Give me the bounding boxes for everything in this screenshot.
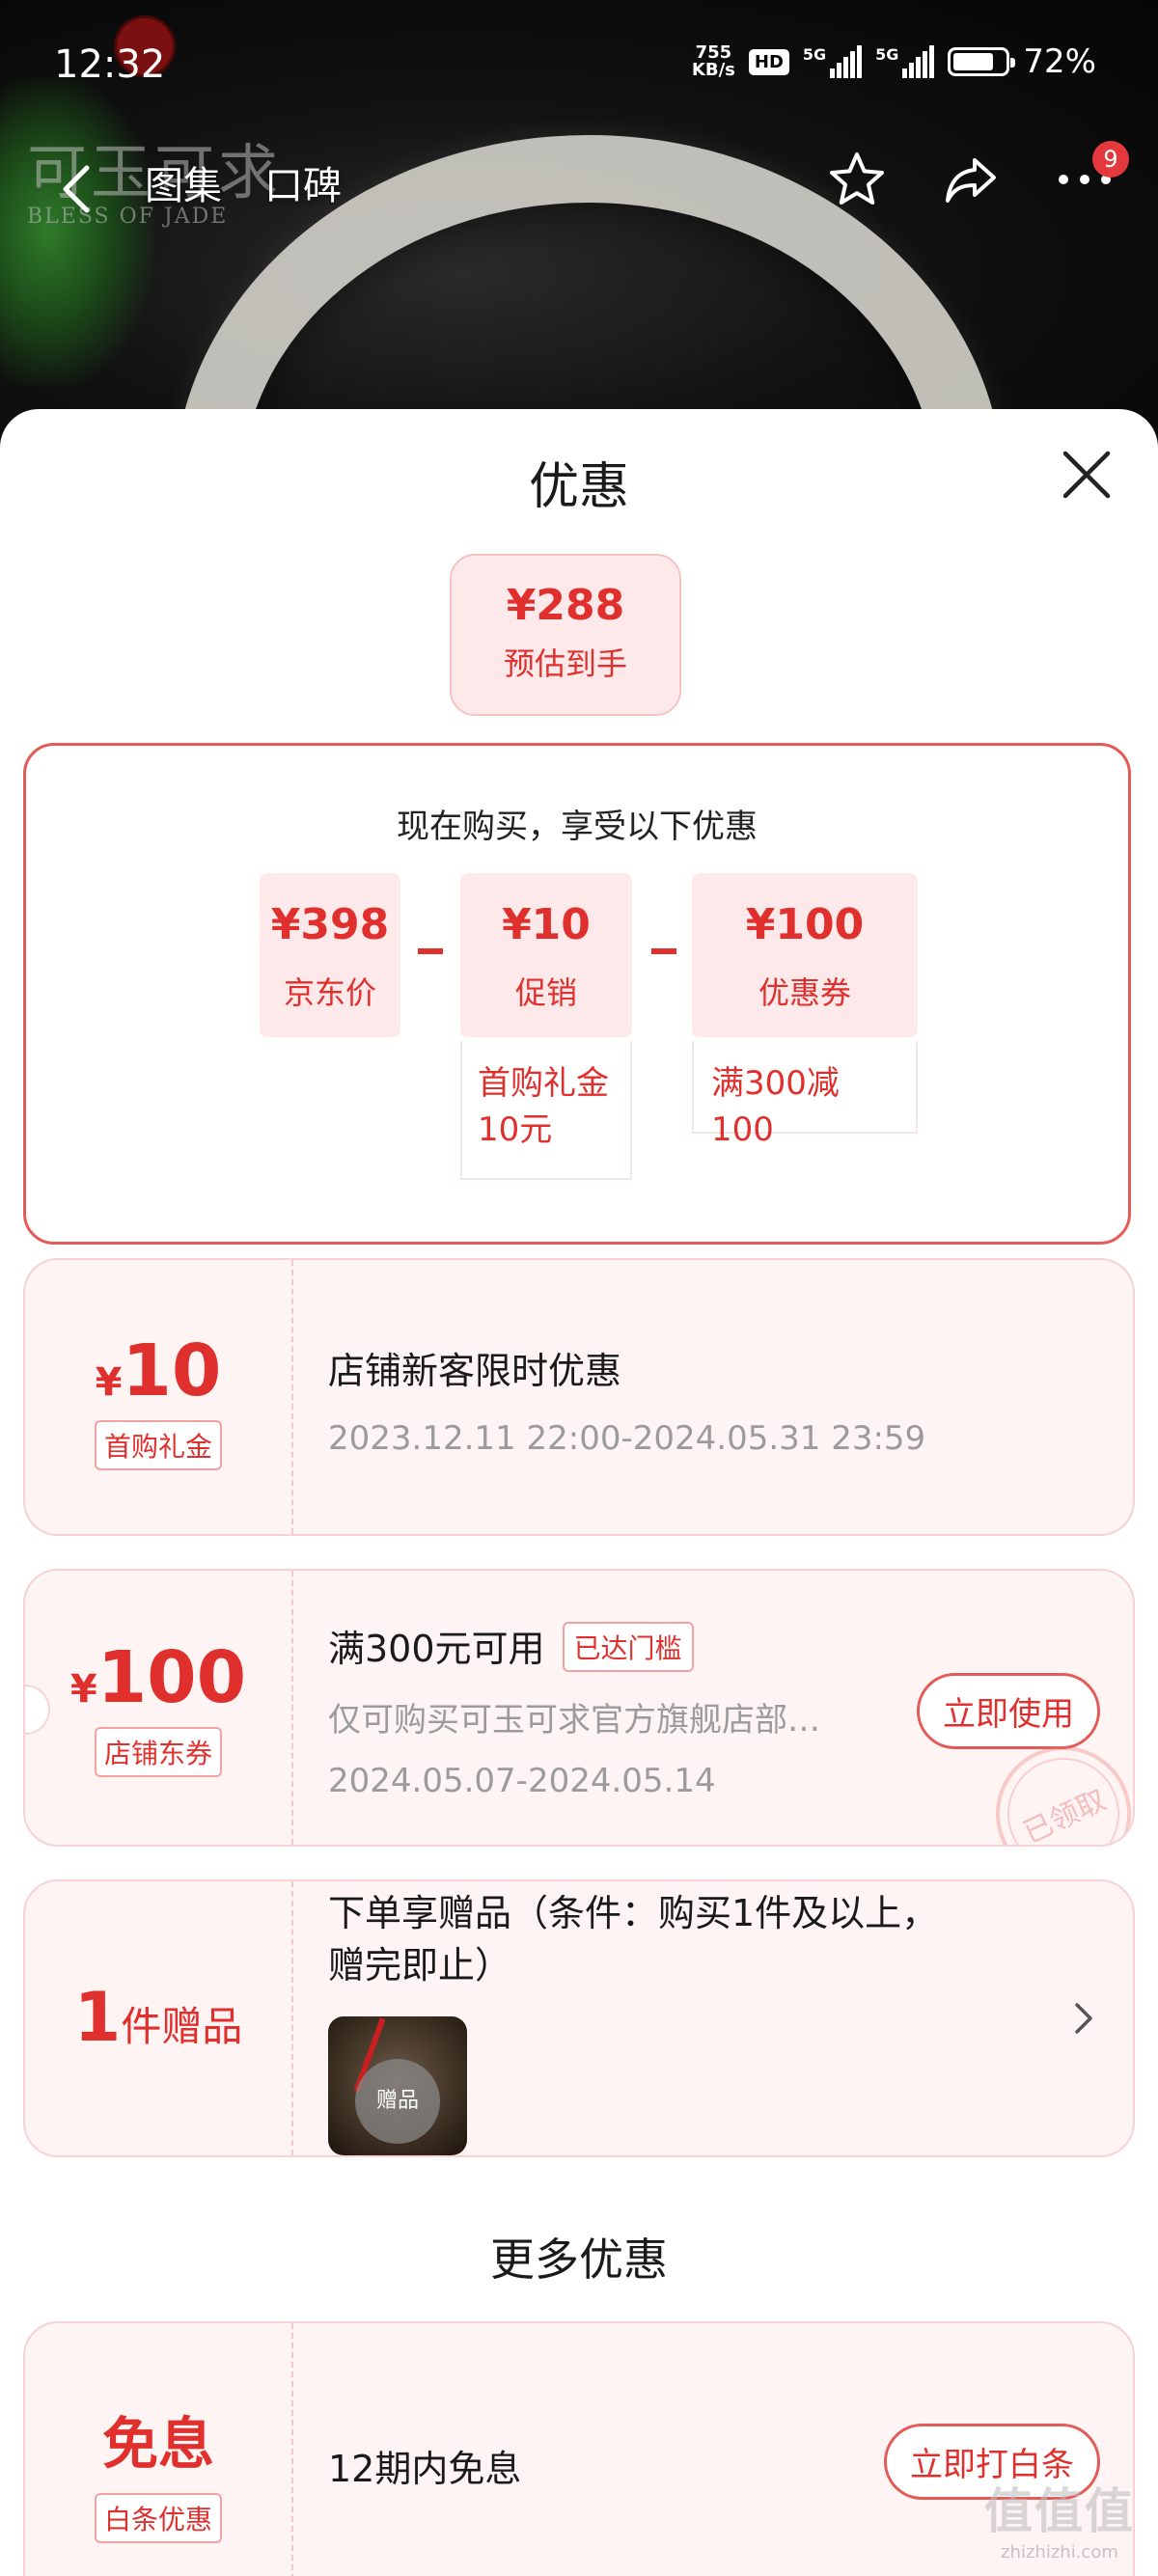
jd-price-item: ¥398 京东价 <box>260 873 400 1037</box>
price-breakdown-panel: 现在购买，享受以下优惠 ¥398 京东价 ¥10 促销 首购礼金10元 ¥100… <box>23 743 1131 1245</box>
estimated-price-label: 预估到手 <box>503 645 627 682</box>
gift-card-amount-area: ¥10 首购礼金 <box>25 1260 291 1534</box>
store-coupon-title-row: 满300元可用 已达门槛 <box>328 1619 1133 1672</box>
more-offers-title: 更多优惠 <box>490 2233 668 2286</box>
coupon-item: ¥100 优惠券 <box>692 873 918 1037</box>
free-gift-count: 1件赠品 <box>25 1978 291 2057</box>
threshold-reached-badge: 已达门槛 <box>562 1622 694 1672</box>
store-coupon-value: 100 <box>96 1636 247 1719</box>
minus-sign-2 <box>651 948 676 954</box>
store-coupon-amount: ¥100 <box>25 1642 291 1713</box>
network-speed-unit: KB/s <box>691 60 735 80</box>
promotion-value: ¥10 <box>502 900 591 949</box>
coupon-divider <box>291 2323 293 2576</box>
signal-5g-icon-1: 5G <box>802 45 863 78</box>
store-coupon-tag: 店铺东券 <box>94 1727 222 1777</box>
free-gift-unit: 件赠品 <box>121 2003 243 2050</box>
gift-thumbnail-image[interactable]: 赠品 <box>328 2016 467 2155</box>
chevron-right-icon[interactable] <box>1073 2001 1094 2040</box>
store-coupon-title: 满300元可用 <box>328 1628 545 1670</box>
breakdown-intro: 现在购买，享受以下优惠 <box>397 808 758 846</box>
jd-price-label: 京东价 <box>283 974 376 1011</box>
gift-card-info: 店铺新客限时优惠 2023.12.11 22:00-2024.05.31 23:… <box>328 1260 1133 1534</box>
sheet-title: 优惠 <box>528 458 629 516</box>
free-gift-count-area: 1件赠品 <box>25 1881 291 2155</box>
coupon-divider <box>291 1571 293 1845</box>
promotion-item: ¥10 促销 <box>460 873 632 1037</box>
coupon-value: ¥100 <box>745 900 865 949</box>
gift-card-period: 2023.12.11 22:00-2024.05.31 23:59 <box>328 1419 926 1458</box>
product-nav-tabs: 图集 口碑 <box>145 154 342 210</box>
signal-1-label: 5G <box>802 45 827 64</box>
tab-gallery[interactable]: 图集 <box>145 154 222 210</box>
nav-actions: 9 <box>822 141 1129 214</box>
baitiao-tag: 白条优惠 <box>94 2493 222 2543</box>
coupon-label: 优惠券 <box>758 974 851 1011</box>
back-arrow-icon[interactable] <box>58 162 96 220</box>
network-speed: 755 KB/s <box>692 44 735 79</box>
share-icon[interactable] <box>936 145 1006 214</box>
gift-card-value: 10 <box>122 1329 222 1412</box>
estimated-price-box: ¥288 预估到手 <box>450 554 681 716</box>
close-icon[interactable] <box>1056 444 1117 506</box>
gift-card-tag: 首购礼金 <box>94 1420 222 1470</box>
hd-voice-icon: HD <box>748 48 789 75</box>
minus-sign-1 <box>418 948 443 954</box>
free-gift-number: 1 <box>73 1978 122 2057</box>
site-watermark: 值值值 zhizhizhi.com <box>984 2473 1135 2562</box>
battery-percent: 72% <box>1023 42 1096 81</box>
favorite-star-icon[interactable] <box>822 145 892 214</box>
store-coupon-amount-area: ¥100 店铺东券 <box>25 1571 291 1845</box>
watermark-url: zhizhizhi.com <box>1001 2542 1118 2562</box>
new-customer-gift-card: ¥10 首购礼金 店铺新客限时优惠 2023.12.11 22:00-2024.… <box>23 1258 1135 1536</box>
coupon-divider <box>291 1881 293 2155</box>
promotion-label: 促销 <box>514 974 577 1011</box>
status-bar: 12:32 755 KB/s HD 5G 5G 72% <box>0 0 1158 125</box>
watermark-logo: 值值值 <box>984 2483 1135 2539</box>
promotion-detail: 首购礼金10元 <box>460 1041 632 1180</box>
free-gift-card[interactable]: 1件赠品 下单享赠品（条件：购买1件及以上，赠完即止） 赠品 <box>23 1879 1135 2157</box>
signal-2-label: 5G <box>875 45 899 64</box>
discount-sheet: 优惠 ¥288 预估到手 现在购买，享受以下优惠 ¥398 京东价 ¥10 促销… <box>0 409 1158 2576</box>
free-gift-title: 下单享赠品（条件：购买1件及以上，赠完即止） <box>328 1892 939 1987</box>
store-coupon-currency: ¥ <box>69 1667 97 1712</box>
signal-5g-icon-2: 5G <box>875 45 935 78</box>
gift-card-currency: ¥ <box>95 1360 123 1405</box>
use-now-button[interactable]: 立即使用 <box>917 1673 1100 1749</box>
estimated-price: ¥288 <box>506 581 625 630</box>
status-time: 12:32 <box>54 42 166 87</box>
interest-free-amount-area: 免息 白条优惠 <box>25 2323 291 2576</box>
tab-reviews[interactable]: 口碑 <box>264 154 342 210</box>
battery-icon <box>948 47 1016 76</box>
jd-price-value: ¥398 <box>270 900 390 949</box>
interest-free-label: 免息 <box>101 2411 214 2477</box>
coupon-detail: 满300减100 <box>692 1041 918 1149</box>
gift-card-amount: ¥10 <box>25 1335 291 1407</box>
gift-thumb-badge: 赠品 <box>355 2059 440 2144</box>
coupon-divider <box>291 1260 293 1534</box>
message-count-badge: 9 <box>1092 141 1129 178</box>
interest-free-card: 免息 白条优惠 12期内免息 立即打白条 <box>23 2321 1135 2576</box>
status-indicators: 755 KB/s HD 5G 5G 72% <box>692 42 1096 81</box>
store-coupon-card: ¥100 店铺东券 满300元可用 已达门槛 仅可购买可玉可求官方旗舰店部… 20… <box>23 1569 1135 1847</box>
more-menu-icon[interactable]: 9 <box>1050 141 1129 214</box>
gift-card-title: 店铺新客限时优惠 <box>328 1350 622 1392</box>
